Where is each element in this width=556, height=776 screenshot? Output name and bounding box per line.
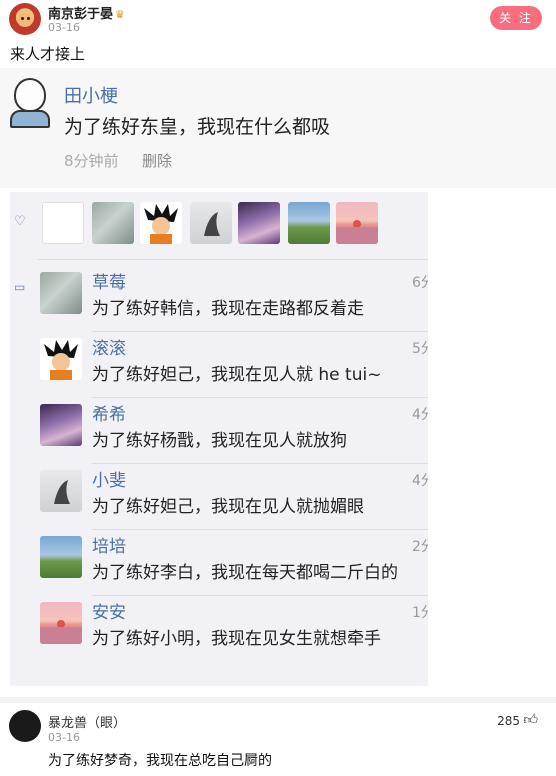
reply-time: 4分 bbox=[412, 473, 428, 489]
top-comment: 田小梗 为了练好东皇，我现在什么都吸 8分钟前 删除 bbox=[0, 68, 556, 188]
reply-time: 6分 bbox=[412, 275, 428, 291]
author-avatar[interactable] bbox=[9, 3, 41, 35]
reply-name: 希希 bbox=[92, 405, 126, 425]
reply-text: 为了练好李白，我现在每天都喝二斤白的 bbox=[92, 563, 398, 583]
reply-time: 5分 bbox=[412, 341, 428, 357]
reply-time: 4分 bbox=[412, 407, 428, 423]
reply-text: 为了练好杨戬，我现在见人就放狗 bbox=[92, 431, 347, 451]
reply-avatar bbox=[40, 536, 82, 578]
reply-item: 安安 为了练好小明，我现在见女生就想牵手 1分 bbox=[40, 596, 428, 662]
post-header: 南京彭于晏 ♛ 03-16 关 注 bbox=[0, 0, 556, 40]
reply-item: 草莓 为了练好韩信，我现在走路都反着走 6分 bbox=[40, 266, 428, 332]
heart-icon: ♡ bbox=[14, 214, 26, 229]
like-avatar bbox=[238, 202, 280, 244]
reply-text: 为了练好韩信，我现在走路都反着走 bbox=[92, 299, 364, 319]
reply-name: 小斐 bbox=[92, 471, 126, 491]
comment-like-count: 285 bbox=[497, 714, 520, 728]
like-avatar bbox=[336, 202, 378, 244]
reply-avatar bbox=[40, 602, 82, 644]
comment-icon: ▭ bbox=[14, 280, 26, 294]
reply-avatar bbox=[40, 404, 82, 446]
commenter-avatar[interactable] bbox=[9, 710, 41, 742]
top-comment-name: 田小梗 bbox=[64, 86, 118, 107]
reply-item: 滚滚 为了练好妲己，我现在见人就 he tui~ 5分 bbox=[40, 332, 428, 398]
reply-avatar bbox=[40, 338, 82, 380]
likes-row: ♡ bbox=[10, 192, 428, 254]
post-image[interactable]: 田小梗 为了练好东皇，我现在什么都吸 8分钟前 删除 ♡ ▭ 草莓 为了练好韩信… bbox=[0, 68, 556, 688]
post-date: 03-16 bbox=[48, 21, 80, 34]
top-comment-time: 8分钟前 bbox=[64, 152, 119, 170]
top-comment-delete: 删除 bbox=[142, 152, 173, 170]
post-text: 来人才接上 bbox=[10, 45, 86, 63]
crown-badge-icon: ♛ bbox=[115, 8, 125, 21]
reply-name: 安安 bbox=[92, 603, 126, 623]
reply-time: 1分 bbox=[412, 605, 428, 621]
like-avatar bbox=[92, 202, 134, 244]
reply-text: 为了练好妲己，我现在见人就抛媚眼 bbox=[92, 497, 364, 517]
reply-panel: ♡ ▭ 草莓 为了练好韩信，我现在走路都反着走 6分 滚滚 为了练好妲己，我现在… bbox=[10, 192, 428, 686]
reply-time: 2分 bbox=[412, 539, 428, 555]
section-divider bbox=[0, 697, 556, 703]
like-avatar bbox=[190, 202, 232, 244]
comment-date: 03-16 bbox=[48, 731, 80, 744]
reply-item: 希希 为了练好杨戬，我现在见人就放狗 4分 bbox=[40, 398, 428, 464]
follow-button[interactable]: 关 注 bbox=[490, 6, 542, 30]
reply-avatar bbox=[40, 470, 82, 512]
like-avatar bbox=[140, 202, 182, 244]
reply-item: 小斐 为了练好妲己，我现在见人就抛媚眼 4分 bbox=[40, 464, 428, 530]
reply-item: 培培 为了练好李白，我现在每天都喝二斤白的 2分 bbox=[40, 530, 428, 596]
comment-text: 为了练好梦奇，我现在总吃自己屙的 bbox=[48, 753, 272, 769]
commenter-name[interactable]: 暴龙兽（眼） bbox=[48, 712, 126, 731]
thumbs-up-icon[interactable]: 👍︎ bbox=[523, 711, 538, 728]
reply-text: 为了练好妲己，我现在见人就 he tui~ bbox=[92, 365, 382, 385]
divider bbox=[38, 259, 428, 260]
top-comment-text: 为了练好东皇，我现在什么都吸 bbox=[64, 116, 331, 138]
reply-name: 培培 bbox=[92, 537, 126, 557]
reply-name: 草莓 bbox=[92, 273, 126, 293]
reply-name: 滚滚 bbox=[92, 339, 126, 359]
reply-avatar bbox=[40, 272, 82, 314]
reply-text: 为了练好小明，我现在见女生就想牵手 bbox=[92, 629, 381, 649]
author-name[interactable]: 南京彭于晏 ♛ bbox=[48, 3, 125, 22]
like-avatar bbox=[42, 202, 84, 244]
meme-avatar bbox=[8, 76, 52, 130]
like-avatar bbox=[288, 202, 330, 244]
